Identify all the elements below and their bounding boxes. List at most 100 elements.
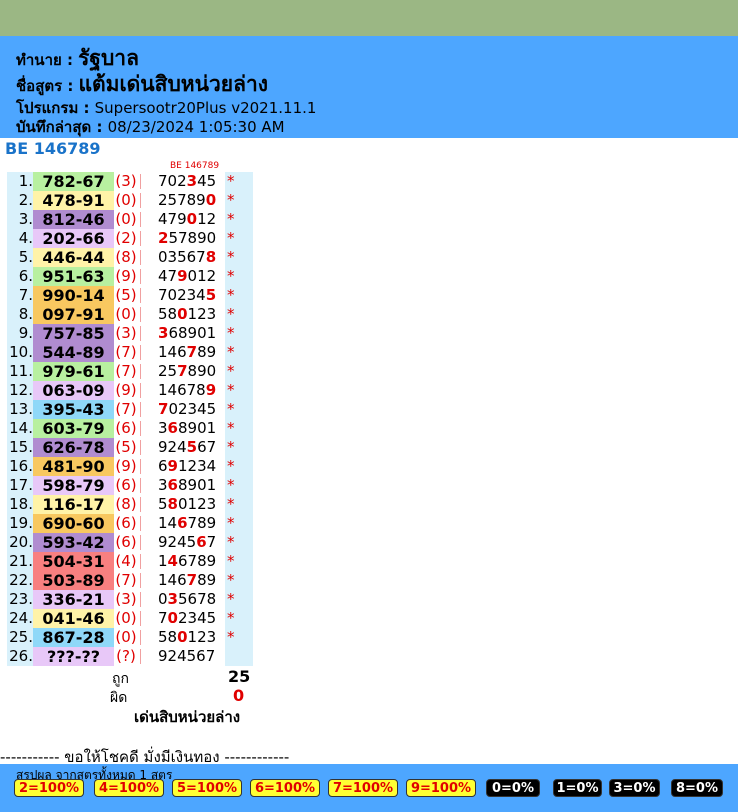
result-badge: 4=100% [94, 779, 164, 797]
row-code: 503-89 [33, 571, 114, 590]
seq-pre: 70234 [158, 286, 206, 304]
seq-hit: 9 [205, 381, 217, 399]
row-sequence: 702345 [158, 400, 224, 419]
row-separator [140, 421, 141, 436]
table-row: 2. 478-91 (0) 257890 * [7, 191, 253, 210]
row-separator [140, 231, 141, 246]
row-star: * [225, 191, 253, 210]
seq-pre: 146 [158, 571, 187, 589]
row-code: 097-91 [33, 305, 114, 324]
row-star: * [225, 571, 253, 590]
seq-hit: 0 [177, 305, 188, 323]
seq-pre: 47 [158, 267, 178, 285]
seq-post: 89 [197, 343, 217, 361]
seq-pre: 03567 [158, 248, 206, 266]
seq-post: 123 [187, 305, 217, 323]
row-number: 12. [7, 381, 33, 400]
result-badge: 2=100% [14, 779, 84, 797]
row-code: 951-63 [33, 267, 114, 286]
row-separator [140, 554, 141, 569]
row-number: 22. [7, 571, 33, 590]
row-digit: (0) [115, 210, 137, 228]
saved-label: บันทึกล่าสุด : [16, 118, 103, 136]
formula-value: แต้มเด่นสิบหน่วยล่าง [78, 72, 269, 96]
row-star: * [225, 628, 253, 647]
row-digit: (0) [115, 609, 137, 627]
seq-pre: 6 [158, 457, 168, 475]
table-row: 15. 626-78 (5) 924567 * [7, 438, 253, 457]
wrong-value: 0 [233, 686, 245, 705]
row-digit: (?) [116, 647, 136, 665]
row-code: 478-91 [33, 191, 114, 210]
row-star: * [225, 362, 253, 381]
row-star: * [225, 552, 253, 571]
seq-post: 7 [206, 533, 217, 551]
row-digit: (0) [115, 628, 137, 646]
row-code: 063-09 [33, 381, 114, 400]
row-star [225, 647, 253, 666]
row-code: 544-89 [33, 343, 114, 362]
row-sequence: 146789 [158, 343, 224, 362]
row-star: * [225, 286, 253, 305]
seq-pre: 924 [158, 438, 187, 456]
table-row: 23. 336-21 (3) 035678 * [7, 590, 253, 609]
seq-pre: 1 [158, 552, 168, 570]
row-digit: (6) [115, 419, 137, 437]
row-code: 504-31 [33, 552, 114, 571]
row-separator [140, 402, 141, 417]
seq-hit: 2 [158, 229, 169, 247]
row-number: 19. [7, 514, 33, 533]
row-code: 593-42 [33, 533, 114, 552]
row-number: 1. [7, 172, 33, 191]
formula-label: ชื่อสูตร : [16, 77, 74, 95]
row-digit: (8) [115, 495, 137, 513]
seq-hit: 3 [186, 172, 198, 190]
row-sequence: 368901 [158, 476, 224, 495]
row-digit: (9) [115, 381, 137, 399]
row-number: 5. [7, 248, 33, 267]
seq-post: 02345 [168, 400, 217, 418]
row-sequence: 580123 [158, 628, 224, 647]
correct-value: 25 [228, 667, 251, 686]
row-digit: (7) [115, 571, 137, 589]
seq-hit: 6 [196, 533, 207, 551]
seq-hit: 0 [177, 628, 188, 646]
row-digit: (7) [115, 400, 137, 418]
row-sequence: 257890 [158, 191, 224, 210]
result-table: 1. 782-67 (3) 702345 * 2. 478-91 (0) 257890 * 3. 81… [7, 172, 253, 666]
table-row: 18. 116-17 (8) 580123 * [7, 495, 253, 514]
column-header: BE 146789 [170, 161, 220, 171]
seq-hit: 6 [167, 476, 178, 494]
forecast-label: ทำนาย : [16, 51, 73, 69]
row-separator [140, 611, 141, 626]
row-digit: (9) [115, 267, 137, 285]
row-separator [140, 592, 141, 607]
row-code: 202-66 [33, 229, 114, 248]
wrong-label: ผิด [110, 690, 128, 706]
row-code: 867-28 [33, 628, 114, 647]
row-digit: (8) [115, 248, 137, 266]
row-digit: (2) [115, 229, 137, 247]
row-number: 18. [7, 495, 33, 514]
table-row: 25. 867-28 (0) 580123 * [7, 628, 253, 647]
seq-post: 67 [197, 438, 217, 456]
row-code: 446-44 [33, 248, 114, 267]
seq-post: 2345 [177, 609, 217, 627]
row-code: 603-79 [33, 419, 114, 438]
row-number: 11. [7, 362, 33, 381]
seq-post: 8901 [177, 419, 217, 437]
seq-pre: 3 [158, 476, 168, 494]
row-code: 979-61 [33, 362, 114, 381]
row-sequence: 479012 [158, 267, 224, 286]
seq-hit: 9 [177, 267, 188, 285]
row-star: * [225, 381, 253, 400]
table-row: 7. 990-14 (5) 702345 * [7, 286, 253, 305]
row-code: 598-79 [33, 476, 114, 495]
row-number: 8. [7, 305, 33, 324]
table-row: 22. 503-89 (7) 146789 * [7, 571, 253, 590]
seq-hit: 8 [205, 248, 217, 266]
row-sequence: 479012 [158, 210, 224, 229]
row-code: 116-17 [33, 495, 114, 514]
row-separator [140, 497, 141, 512]
table-row: 5. 446-44 (8) 035678 * [7, 248, 253, 267]
